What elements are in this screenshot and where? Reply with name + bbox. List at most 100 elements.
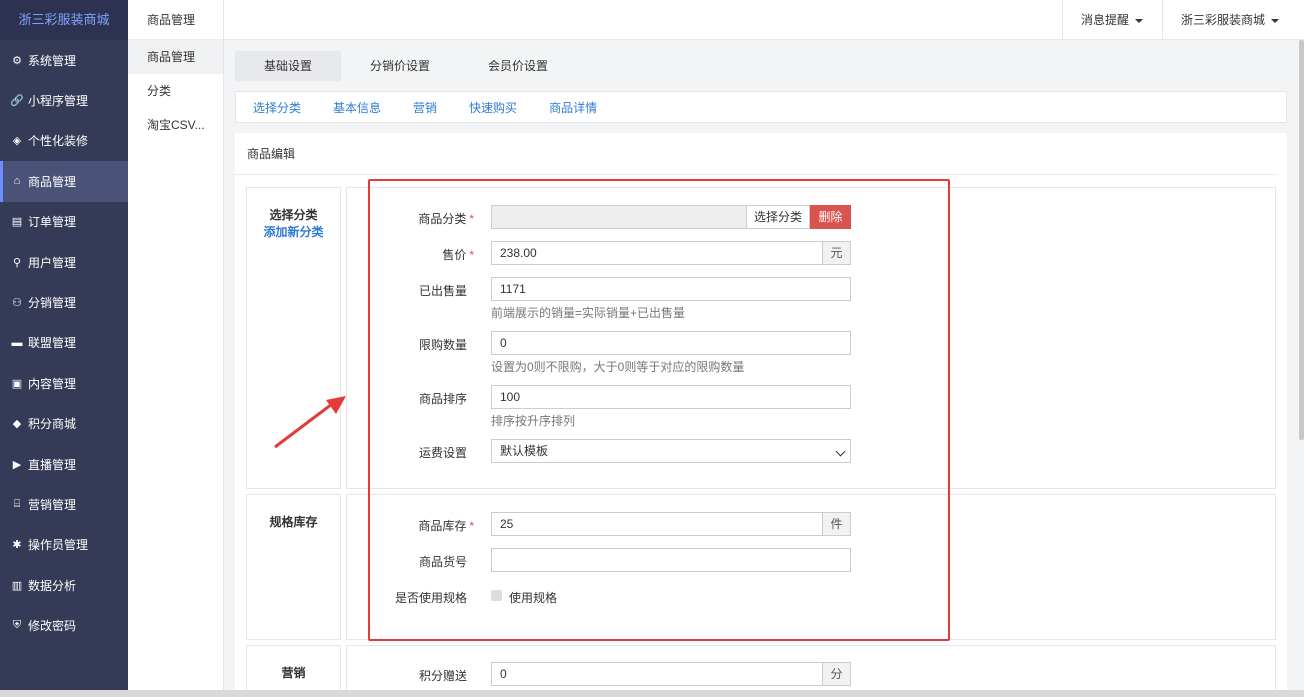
sidebar-item-label: 小程序管理 [28,94,89,109]
sidebar-item-10[interactable]: ▶ 直播管理 [0,444,128,484]
sidebar-item-11[interactable]: ⌸ 营销管理 [0,484,128,524]
sidebar-nav: ⚙ 系统管理 🔗 小程序管理 ◈ 个性化装修 ⌂ 商品管理 ▤ 订单管理 ⚲ 用户管理 ⚇ 分销管理 ▬ 联盟… [0,40,128,646]
anchor-marketing[interactable]: 营销 [413,99,437,116]
settings-tabs: 基础设置 分销价设置 会员价设置 [235,51,577,81]
sidebar-item-label: 个性化装修 [28,134,89,149]
sidebar-item-label: 用户管理 [28,255,77,270]
shop-icon: ⌂ [13,175,21,188]
sold-label: 已出售量 [418,284,467,298]
sidebar-item-label: 修改密码 [28,619,77,634]
sidebar-item-label: 直播管理 [28,457,77,472]
sidebar-item-label: 订单管理 [28,215,77,230]
subnav-item-goods[interactable]: 商品管理 [128,40,223,74]
sort-label: 商品排序 [418,392,467,406]
choose-category-button[interactable]: 选择分类 [746,205,810,229]
sort-input[interactable]: 100 [491,385,851,409]
gear-icon: ⚙ [12,54,22,67]
sidebar-item-14[interactable]: ⛨ 修改密码 [0,605,128,645]
sold-input[interactable]: 1171 [491,277,851,301]
section-stock-title: 规格库存 [269,515,318,529]
link-icon: 🔗 [10,95,24,108]
sub-sidebar: 商品管理 商品管理 分类 淘宝CSV... [128,0,224,697]
bar-chart-icon: ▥ [11,579,23,592]
sidebar-item-8[interactable]: ▣ 内容管理 [0,363,128,403]
anchor-basic-info[interactable]: 基本信息 [333,99,381,116]
tab-distribution-price[interactable]: 分销价设置 [341,51,459,81]
sidebar-item-6[interactable]: ⚇ 分销管理 [0,282,128,322]
sort-help: 排序按升序排列 [491,414,576,428]
edit-panel: 商品编辑 选择分类 添加新分类 商品分类 * 选择分类 删除 售价 * 238.00… [235,133,1287,697]
newspaper-icon: ▣ [11,377,23,390]
subnav-item-taobao-csv[interactable]: 淘宝CSV... [128,108,223,142]
main-sidebar: 浙三彩服装商城 ⚙ 系统管理 🔗 小程序管理 ◈ 个性化装修 ⌂ 商品管理 ▤ 订单管理 ⚲ 用户管理… [0,0,128,697]
user-icon: ⚲ [12,256,22,269]
section-marketing-title: 营销 [281,666,306,680]
account-dropdown[interactable]: 浙三彩服装商城 [1162,0,1297,40]
gift-icon: ⌸ [13,497,21,510]
subnav-title: 商品管理 [128,0,223,40]
sidebar-item-label: 商品管理 [28,174,77,189]
sku-label: 商品货号 [418,555,467,569]
sidebar-item-label: 系统管理 [28,53,77,68]
play-icon: ▶ [12,458,22,471]
shield-icon: ⛨ [12,619,22,632]
sidebar-item-label: 营销管理 [28,497,77,512]
order-icon: ▤ [11,216,23,229]
shipping-label: 运费设置 [418,446,467,460]
sidebar-item-label: 内容管理 [28,376,77,391]
chevron-down-icon [1271,18,1280,23]
brand-title[interactable]: 浙三彩服装商城 [0,0,128,40]
delete-category-button[interactable]: 删除 [810,205,851,229]
tab-member-price[interactable]: 会员价设置 [459,51,577,81]
add-category-link[interactable]: 添加新分类 [247,223,340,240]
sidebar-item-4[interactable]: ▤ 订单管理 [0,202,128,242]
vertical-scrollbar[interactable] [1299,40,1304,440]
anchor-category[interactable]: 选择分类 [253,99,301,116]
cube-icon: ◆ [12,418,22,431]
category-input[interactable] [491,205,747,229]
limit-help: 设置为0则不限购，大于0则等于对应的限购数量 [491,360,745,374]
sidebar-item-1[interactable]: 🔗 小程序管理 [0,80,128,120]
stock-unit: 件 [822,512,851,536]
sku-input[interactable] [491,548,851,572]
sidebar-item-0[interactable]: ⚙ 系统管理 [0,40,128,80]
sitemap-icon: ⚇ [12,297,22,310]
points-label: 积分赠送 [418,669,467,683]
anchor-quick-buy[interactable]: 快速购买 [469,99,517,116]
sidebar-item-3[interactable]: ⌂ 商品管理 [0,161,128,202]
anchor-nav: 选择分类 基本信息 营销 快速购买 商品详情 [235,91,1287,123]
category-label: 商品分类 * [418,212,474,226]
points-unit: 分 [822,662,851,686]
sidebar-item-13[interactable]: ▥ 数据分析 [0,565,128,605]
sold-help: 前端展示的销量=实际销量+已出售量 [491,306,686,320]
subnav-item-category[interactable]: 分类 [128,74,223,108]
diamond-icon: ◈ [12,135,22,148]
sidebar-item-7[interactable]: ▬ 联盟管理 [0,323,128,363]
messages-dropdown[interactable]: 消息提醒 [1062,0,1161,40]
tab-basic[interactable]: 基础设置 [235,51,342,81]
anchor-details[interactable]: 商品详情 [549,99,597,116]
cog-icon: ✱ [12,539,22,552]
sidebar-item-label: 数据分析 [28,578,77,593]
sidebar-item-12[interactable]: ✱ 操作员管理 [0,525,128,565]
use-spec-option: 使用规格 [509,591,558,605]
section-stock-body: 商品库存 * 25 件 商品货号 是否使用规格 使用规格 [346,494,1276,640]
sidebar-item-9[interactable]: ◆ 积分商城 [0,404,128,444]
sidebar-item-label: 积分商城 [28,417,77,432]
shipping-select[interactable]: 默认模板 [491,439,851,463]
stock-input[interactable]: 25 [491,512,823,536]
points-input[interactable]: 0 [491,662,823,686]
annotation-arrow-icon [274,396,346,449]
horizontal-scrollbar[interactable] [0,690,1304,697]
use-spec-checkbox[interactable] [491,590,502,601]
section-category-body: 商品分类 * 选择分类 删除 售价 * 238.00 元 已出售量 1171 前端展… [346,187,1276,489]
price-input[interactable]: 238.00 [491,241,823,265]
sidebar-item-label: 操作员管理 [28,538,89,553]
store-icon: ▬ [11,336,23,349]
panel-title: 商品编辑 [235,133,1277,175]
account-label: 浙三彩服装商城 [1181,13,1266,27]
sidebar-item-2[interactable]: ◈ 个性化装修 [0,121,128,161]
limit-input[interactable]: 0 [491,331,851,355]
sidebar-item-5[interactable]: ⚲ 用户管理 [0,242,128,282]
sidebar-item-label: 分销管理 [28,296,77,311]
